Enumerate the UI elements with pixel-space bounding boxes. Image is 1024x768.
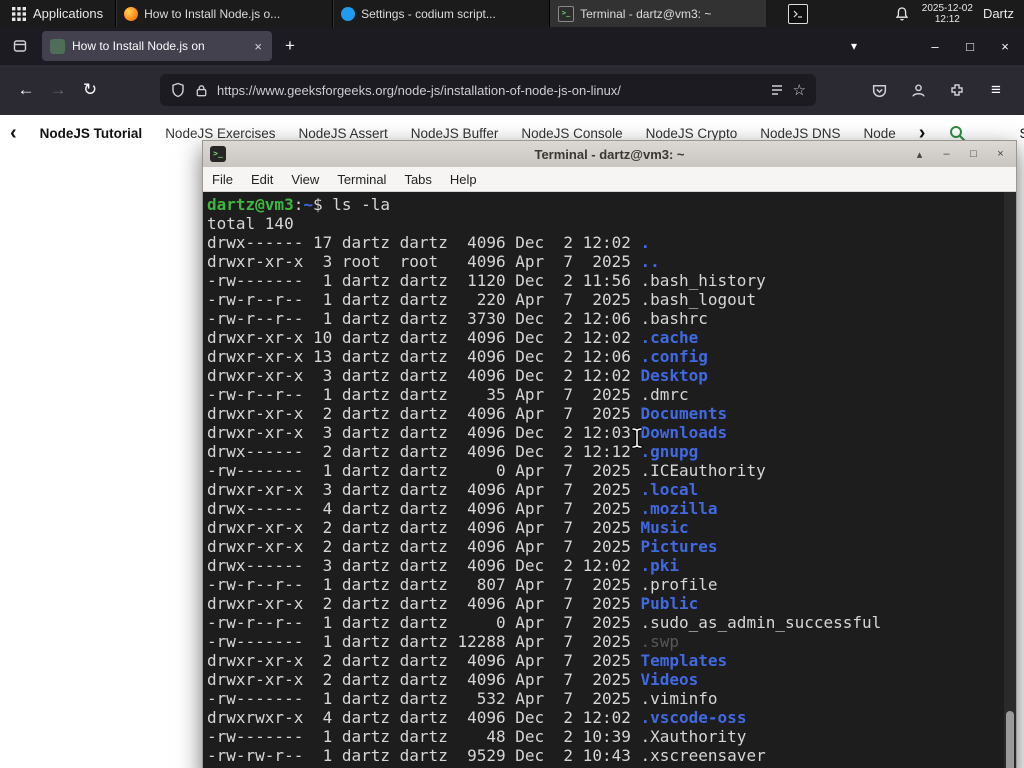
url-text[interactable]: https://www.geeksforgeeks.org/node-js/in…: [217, 83, 761, 98]
menu-file[interactable]: File: [203, 172, 242, 187]
extensions-icon[interactable]: [941, 74, 973, 106]
browser-tab-active[interactable]: How to Install Node.js on ×: [42, 31, 272, 61]
terminal-close-button[interactable]: ×: [992, 146, 1009, 163]
tray-terminal-glyph: [793, 10, 802, 18]
tab-title: How to Install Node.js on: [72, 39, 205, 53]
app-menu-button[interactable]: ≡: [980, 74, 1012, 106]
tab-close-button[interactable]: ×: [252, 39, 264, 54]
applications-label: Applications: [33, 6, 104, 21]
terminal-icon: >_: [558, 5, 575, 22]
taskbar-item-codium[interactable]: Settings - codium script...: [332, 0, 549, 27]
top-panel: Applications How to Install Node.js o...…: [0, 0, 1024, 27]
tab-bar: How to Install Node.js on × + ▾ – □ ×: [0, 27, 1024, 65]
back-button[interactable]: ←: [10, 74, 42, 106]
gfg-nav-link[interactable]: NodeJS Tutorial: [40, 126, 143, 141]
gfg-nav-link[interactable]: NodeJS Crypto: [646, 126, 738, 141]
sign-in-button[interactable]: Sign In: [1019, 126, 1024, 141]
panel-clock[interactable]: 2025-12-02 12:12: [922, 3, 973, 25]
terminal-shade-button[interactable]: ▴: [911, 146, 928, 163]
tray-terminal-icon[interactable]: [787, 3, 808, 24]
window-maximize-button[interactable]: □: [957, 33, 983, 59]
gfg-nav-link[interactable]: NodeJS Buffer: [411, 126, 499, 141]
gfg-nav-link[interactable]: NodeJS Console: [521, 126, 622, 141]
reload-button[interactable]: ↻: [74, 74, 106, 106]
applications-grid-icon: [12, 6, 26, 21]
menu-terminal[interactable]: Terminal: [328, 172, 395, 187]
gfg-nav-link[interactable]: NodeJS Exercises: [165, 126, 275, 141]
terminal-screen[interactable]: dartz@vm3:~$ ls -la total 140 drwx------…: [203, 192, 1016, 768]
menu-view[interactable]: View: [282, 172, 328, 187]
taskbar-item-label: How to Install Node.js o...: [144, 6, 281, 21]
account-icon[interactable]: [902, 74, 934, 106]
navigation-toolbar: ← → ↻ https://www.geeksforgeeks.org/node…: [0, 65, 1024, 115]
text-cursor-pointer: [631, 427, 643, 449]
toolbar-right-icons: ≡: [863, 74, 1012, 106]
taskbar-item-label: Settings - codium script...: [361, 6, 496, 21]
codium-icon: [341, 6, 356, 21]
bookmark-star-icon[interactable]: ☆: [793, 81, 806, 99]
lock-icon[interactable]: [194, 83, 209, 98]
reader-view-icon[interactable]: [769, 82, 785, 98]
taskbar-item-terminal[interactable]: >_ Terminal - dartz@vm3: ~: [549, 0, 767, 27]
menu-help[interactable]: Help: [441, 172, 486, 187]
tracking-protection-shield-icon[interactable]: [170, 82, 186, 98]
terminal-scrollbar[interactable]: [1004, 192, 1016, 768]
pocket-icon[interactable]: [863, 74, 895, 106]
clock-date: 2025-12-02: [921, 2, 973, 14]
window-close-button[interactable]: ×: [992, 33, 1018, 59]
firefox-icon: [124, 6, 139, 21]
terminal-menubar: File Edit View Terminal Tabs Help: [203, 167, 1016, 192]
url-bar[interactable]: https://www.geeksforgeeks.org/node-js/in…: [160, 74, 816, 106]
desktop: Applications How to Install Node.js o...…: [0, 0, 1024, 768]
applications-menu-button[interactable]: Applications: [0, 0, 115, 27]
gfg-nav-link[interactable]: NodeJS DNS: [760, 126, 840, 141]
taskbar-item-label: Terminal - dartz@vm3: ~: [580, 6, 712, 21]
clock-time: 12:12: [934, 13, 960, 25]
terminal-window: >_ Terminal - dartz@vm3: ~ ▴ – □ × File …: [202, 140, 1017, 768]
geeksforgeeks-favicon: [50, 38, 65, 54]
notifications-bell-icon[interactable]: [894, 6, 910, 22]
firefox-view-icon: [13, 40, 27, 52]
terminal-minimize-button[interactable]: –: [938, 146, 955, 163]
gfg-nav-link[interactable]: Node: [864, 126, 896, 141]
terminal-output: dartz@vm3:~$ ls -la total 140 drwx------…: [207, 195, 882, 765]
terminal-maximize-button[interactable]: □: [965, 146, 982, 163]
scrollbar-thumb[interactable]: [1006, 711, 1014, 768]
firefox-view-button[interactable]: [6, 32, 34, 60]
list-all-tabs-button[interactable]: ▾: [841, 33, 867, 59]
forward-button[interactable]: →: [42, 74, 74, 106]
gfg-nav-link[interactable]: NodeJS Assert: [298, 126, 387, 141]
window-minimize-button[interactable]: –: [922, 33, 948, 59]
taskbar-item-browser[interactable]: How to Install Node.js o...: [115, 0, 332, 27]
terminal-titlebar[interactable]: >_ Terminal - dartz@vm3: ~ ▴ – □ ×: [203, 141, 1016, 167]
menu-tabs[interactable]: Tabs: [395, 172, 440, 187]
panel-username[interactable]: Dartz: [983, 6, 1014, 21]
terminal-window-title: Terminal - dartz@vm3: ~: [534, 146, 685, 162]
new-tab-button[interactable]: +: [276, 32, 304, 60]
nav-scroll-left-icon[interactable]: ‹: [10, 123, 17, 143]
menu-edit[interactable]: Edit: [242, 172, 282, 187]
